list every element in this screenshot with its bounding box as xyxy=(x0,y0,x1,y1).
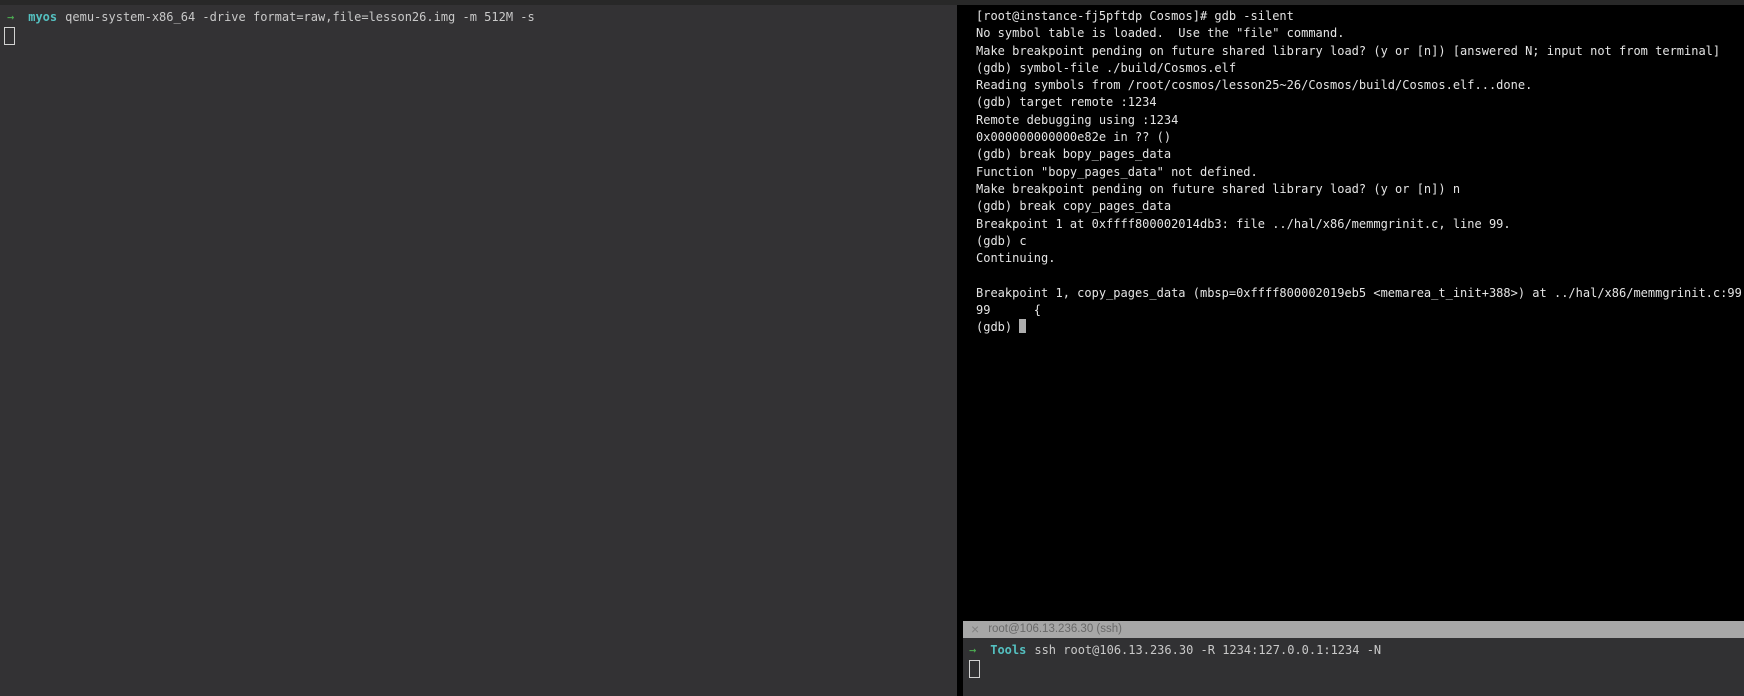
gdb-output-line: 99 { xyxy=(976,302,1744,319)
terminal-cursor xyxy=(4,27,15,45)
gdb-output-line: Function "bopy_pages_data" not defined. xyxy=(976,164,1744,181)
ssh-tab-title: root@106.13.236.30 (ssh) xyxy=(988,621,1122,638)
gdb-output-line: (gdb) break bopy_pages_data xyxy=(976,146,1744,163)
gdb-output: [root@instance-fj5pftdp Cosmos]# gdb -si… xyxy=(976,8,1744,319)
gdb-output-line: Breakpoint 1 at 0xffff800002014db3: file… xyxy=(976,216,1744,233)
gdb-output-line xyxy=(976,267,1744,284)
gdb-output-line: Make breakpoint pending on future shared… xyxy=(976,181,1744,198)
gdb-block-cursor xyxy=(1019,319,1026,333)
terminal-window: → myos qemu-system-x86_64 -drive format=ra… xyxy=(0,0,1744,696)
close-icon[interactable]: × xyxy=(971,621,979,638)
prompt-context-label: Tools xyxy=(990,643,1026,657)
gdb-output-line: Continuing. xyxy=(976,250,1744,267)
gdb-prompt-text: (gdb) xyxy=(976,320,1019,334)
gdb-output-line: 0x000000000000e82e in ?? () xyxy=(976,129,1744,146)
gdb-output-line: [root@instance-fj5pftdp Cosmos]# gdb -si… xyxy=(976,8,1744,25)
left-terminal-pane[interactable]: → myos qemu-system-x86_64 -drive format=ra… xyxy=(0,5,957,696)
gdb-output-line: (gdb) symbol-file ./build/Cosmos.elf xyxy=(976,60,1744,77)
ssh-tunnel-command-text: ssh root@106.13.236.30 -R 1234:127.0.0.1… xyxy=(1034,643,1381,657)
ssh-tunnel-terminal-pane[interactable]: → Tools ssh root@106.13.236.30 -R 1234:127… xyxy=(963,638,1744,696)
gdb-output-line: No symbol table is loaded. Use the "file… xyxy=(976,25,1744,42)
prompt-context-label: myos xyxy=(28,10,57,24)
right-terminal-column: [root@instance-fj5pftdp Cosmos]# gdb -si… xyxy=(957,5,1744,696)
qemu-command-text: qemu-system-x86_64 -drive format=raw,fil… xyxy=(65,10,535,24)
gdb-output-line: (gdb) target remote :1234 xyxy=(976,94,1744,111)
gdb-output-line: Breakpoint 1, copy_pages_data (mbsp=0xff… xyxy=(976,285,1744,302)
prompt-arrow-icon: → xyxy=(969,643,976,657)
shell-prompt-line: → Tools ssh root@106.13.236.30 -R 1234:127… xyxy=(969,642,1744,659)
gdb-output-line: Make breakpoint pending on future shared… xyxy=(976,43,1744,60)
terminal-cursor xyxy=(969,660,980,678)
gdb-output-line: (gdb) break copy_pages_data xyxy=(976,198,1744,215)
gdb-output-line: Reading symbols from /root/cosmos/lesson… xyxy=(976,77,1744,94)
gdb-prompt-line: (gdb) xyxy=(976,319,1744,336)
gdb-output-line: Remote debugging using :1234 xyxy=(976,112,1744,129)
gdb-terminal-pane[interactable]: [root@instance-fj5pftdp Cosmos]# gdb -si… xyxy=(957,5,1744,621)
gdb-output-line: (gdb) c xyxy=(976,233,1744,250)
shell-prompt-line: → myos qemu-system-x86_64 -drive format=ra… xyxy=(7,9,957,26)
prompt-arrow-icon: → xyxy=(7,10,14,24)
ssh-tab-bar[interactable]: × root@106.13.236.30 (ssh) xyxy=(963,621,1744,638)
